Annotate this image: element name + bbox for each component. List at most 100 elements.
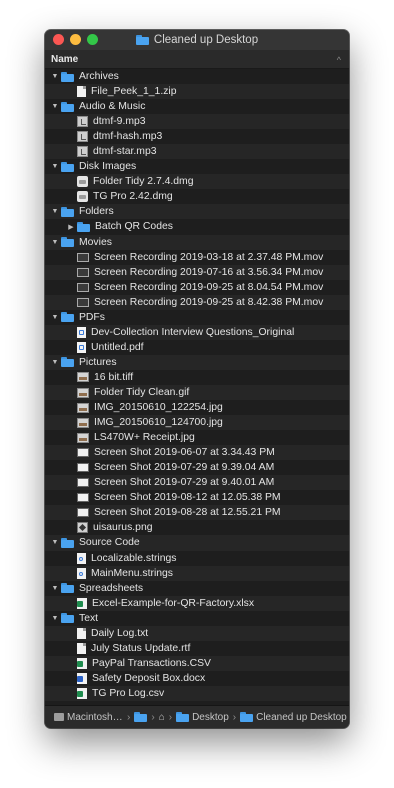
- list-item[interactable]: Untitled.pdf: [45, 339, 349, 355]
- list-item-folder[interactable]: ▼ Spreadsheets: [45, 580, 349, 596]
- window-title-group: Cleaned up Desktop: [135, 34, 259, 46]
- pdf-icon: [77, 341, 86, 353]
- folder-icon: [240, 712, 254, 722]
- xlsx-icon: [77, 597, 87, 609]
- list-item[interactable]: Folder Tidy Clean.gif: [45, 384, 349, 401]
- item-label: Screen Recording 2019-03-18 at 2.37.48 P…: [94, 251, 324, 263]
- path-segment[interactable]: Cleaned up Desktop: [240, 712, 347, 723]
- list-item[interactable]: Screen Shot 2019-07-29 at 9.39.04 AM: [45, 460, 349, 476]
- audio-icon: [77, 131, 88, 143]
- path-separator: ›: [168, 711, 173, 723]
- list-item-folder[interactable]: ▼ PDFs: [45, 309, 349, 325]
- folder-icon: [61, 71, 74, 82]
- folder-icon: [61, 583, 74, 594]
- list-item[interactable]: IMG_20150610_124700.jpg: [45, 415, 349, 431]
- list-item[interactable]: Screen Recording 2019-09-25 at 8.04.54 P…: [45, 279, 349, 295]
- disclosure-expanded-icon[interactable]: ▼: [49, 208, 61, 215]
- disclosure-expanded-icon[interactable]: ▼: [49, 163, 61, 170]
- disclosure-expanded-icon[interactable]: ▼: [49, 73, 61, 80]
- list-item[interactable]: dtmf-9.mp3: [45, 114, 349, 130]
- disclosure-expanded-icon[interactable]: ▼: [49, 103, 61, 110]
- folder-icon: [134, 712, 148, 722]
- folder-icon: [61, 312, 74, 323]
- list-item[interactable]: TG Pro Log.csv: [45, 685, 349, 701]
- zoom-button[interactable]: [87, 34, 98, 45]
- dmg-icon: [77, 191, 88, 203]
- column-header-name[interactable]: Name ^: [45, 51, 349, 69]
- list-item-folder[interactable]: ▼ Text: [45, 610, 349, 626]
- file-list: ▼ Archives File_Peek_1_1.zip ▼ Audio & Music…: [45, 69, 349, 701]
- item-label: dtmf-star.mp3: [93, 146, 157, 158]
- list-item[interactable]: Daily Log.txt: [45, 625, 349, 641]
- list-item[interactable]: TG Pro 2.42.dmg: [45, 189, 349, 205]
- path-segment[interactable]: [134, 712, 148, 722]
- list-item[interactable]: July Status Update.rtf: [45, 640, 349, 656]
- disclosure-expanded-icon[interactable]: ▼: [49, 539, 61, 546]
- shot-icon: [77, 448, 89, 458]
- list-item[interactable]: uisaurus.png: [45, 520, 349, 536]
- list-item[interactable]: LS470W+ Receipt.jpg: [45, 430, 349, 446]
- list-item[interactable]: IMG_20150610_122254.jpg: [45, 400, 349, 416]
- png-icon: [77, 522, 88, 534]
- list-item-folder[interactable]: ▼ Archives: [45, 69, 349, 85]
- list-item[interactable]: ▶ Batch QR Codes: [45, 219, 349, 235]
- movie-icon: [77, 282, 89, 292]
- path-segment[interactable]: Macintosh HD: [54, 712, 123, 723]
- list-item[interactable]: Screen Recording 2019-09-25 at 8.42.38 P…: [45, 294, 349, 310]
- list-item-folder[interactable]: ▼ Source Code: [45, 535, 349, 551]
- close-button[interactable]: [53, 34, 64, 45]
- minimize-button[interactable]: [70, 34, 81, 45]
- item-label: Screen Shot 2019-07-29 at 9.40.01 AM: [94, 477, 275, 489]
- disclosure-expanded-icon[interactable]: ▼: [49, 239, 61, 246]
- list-item[interactable]: Safety Deposit Box.docx: [45, 670, 349, 686]
- path-bar: Macintosh HD››⌂›Desktop›Cleaned up Deskt…: [45, 705, 349, 728]
- list-item[interactable]: Folder Tidy 2.7.4.dmg: [45, 174, 349, 190]
- list-item[interactable]: Dev-Collection Interview Questions_Origi…: [45, 324, 349, 340]
- list-item[interactable]: 16 bit.tiff: [45, 369, 349, 385]
- title-bar[interactable]: Cleaned up Desktop: [45, 30, 349, 51]
- item-label: Disk Images: [79, 161, 137, 173]
- disclosure-collapsed-icon[interactable]: ▶: [65, 223, 77, 231]
- list-item[interactable]: dtmf-star.mp3: [45, 144, 349, 160]
- home-icon: ⌂: [158, 711, 165, 723]
- disclosure-expanded-icon[interactable]: ▼: [49, 615, 61, 622]
- path-segment[interactable]: ⌂: [159, 712, 165, 723]
- item-label: Text: [79, 612, 99, 624]
- strings-icon: [77, 552, 86, 564]
- list-item[interactable]: Localizable.strings: [45, 550, 349, 566]
- item-label: Excel-Example-for-QR-Factory.xlsx: [92, 597, 255, 609]
- list-item[interactable]: Screen Shot 2019-08-12 at 12.05.38 PM: [45, 490, 349, 506]
- csv-icon: [77, 687, 87, 699]
- file-icon: [77, 86, 86, 98]
- folder-icon: [176, 712, 190, 722]
- path-segment[interactable]: Desktop: [176, 712, 229, 723]
- list-item[interactable]: MainMenu.strings: [45, 565, 349, 581]
- list-item-folder[interactable]: ▼ Movies: [45, 234, 349, 250]
- list-item[interactable]: File_Peek_1_1.zip: [45, 84, 349, 100]
- list-item[interactable]: Screen Shot 2019-07-29 at 9.40.01 AM: [45, 475, 349, 491]
- list-item-folder[interactable]: ▼ Disk Images: [45, 159, 349, 175]
- list-item[interactable]: dtmf-hash.mp3: [45, 129, 349, 145]
- folder-icon: [77, 221, 90, 232]
- image-icon: [77, 387, 89, 398]
- window-title: Cleaned up Desktop: [153, 34, 259, 46]
- list-item[interactable]: Screen Recording 2019-07-16 at 3.56.34 P…: [45, 264, 349, 280]
- item-label: Dev-Collection Interview Questions_Origi…: [91, 326, 295, 338]
- item-label: Screen Shot 2019-06-07 at 3.34.43 PM: [94, 447, 275, 459]
- list-item-folder[interactable]: ▼ Audio & Music: [45, 99, 349, 115]
- strings-icon: [77, 567, 86, 579]
- list-item-folder[interactable]: ▼ Pictures: [45, 354, 349, 370]
- list-item[interactable]: PayPal Transactions.CSV: [45, 655, 349, 671]
- list-item[interactable]: Screen Shot 2019-06-07 at 3.34.43 PM: [45, 445, 349, 461]
- item-label: 16 bit.tiff: [94, 371, 134, 383]
- list-item[interactable]: Screen Recording 2019-03-18 at 2.37.48 P…: [45, 249, 349, 265]
- list-item-folder[interactable]: ▼ Folders: [45, 204, 349, 220]
- item-label: IMG_20150610_124700.jpg: [94, 417, 223, 429]
- disclosure-expanded-icon[interactable]: ▼: [49, 359, 61, 366]
- item-label: dtmf-hash.mp3: [93, 131, 163, 143]
- disclosure-expanded-icon[interactable]: ▼: [49, 585, 61, 592]
- disclosure-expanded-icon[interactable]: ▼: [49, 314, 61, 321]
- list-item[interactable]: Screen Shot 2019-08-28 at 12.55.21 PM: [45, 505, 349, 521]
- csv-icon: [77, 657, 87, 669]
- list-item[interactable]: Excel-Example-for-QR-Factory.xlsx: [45, 595, 349, 611]
